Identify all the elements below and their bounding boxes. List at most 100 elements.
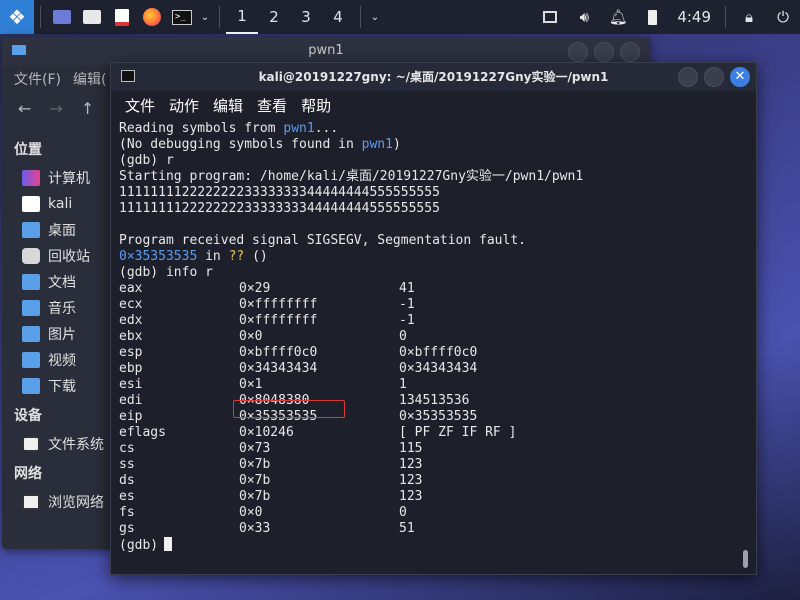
register-value: 123 [399, 489, 423, 504]
register-row: esp 0×bffff0c0 0×bffff0c0 [119, 345, 739, 361]
up-arrow-icon[interactable]: ↑ [81, 99, 94, 118]
menu-view[interactable]: 查看 [257, 95, 287, 116]
register-hex: 0×0 [239, 329, 263, 344]
workspace-3[interactable]: 3 [290, 0, 322, 34]
register-name: eflags [119, 425, 166, 440]
register-hex: 0×bffff0c0 [239, 345, 318, 360]
file-manager-sidebar: 位置 计算机 kali 桌面 回收站 文档 音乐 图片 视频 下载 设备 文件系… [2, 133, 108, 515]
menu-help[interactable]: 帮助 [301, 95, 331, 116]
output-line: (gdb) r [119, 153, 174, 168]
terminal-output[interactable]: Reading symbols from pwn1... (No debuggi… [119, 121, 739, 561]
register-value: 123 [399, 457, 423, 472]
launcher-dropdown[interactable]: ⌄ [197, 0, 213, 34]
minimize-button[interactable] [568, 42, 588, 62]
terminal-launcher[interactable]: >_ [167, 0, 197, 34]
sidebar-item-desktop[interactable]: 桌面 [2, 217, 108, 243]
close-button[interactable]: ✕ [730, 67, 750, 87]
menu-file[interactable]: 文件 [125, 95, 155, 116]
network-button[interactable] [533, 0, 567, 34]
back-arrow-icon[interactable]: ← [18, 99, 31, 118]
register-value: -1 [399, 313, 415, 328]
notification-icon: 🔔︎ [608, 8, 628, 26]
output-text: Reading symbols from [119, 121, 284, 136]
sidebar-item-computer[interactable]: 计算机 [2, 165, 108, 191]
terminal-icon [121, 70, 135, 82]
panel-separator [725, 6, 726, 28]
clock[interactable]: 4:49 [669, 8, 719, 26]
kali-menu-button[interactable]: ❖ [0, 0, 34, 34]
maximize-button[interactable] [594, 42, 614, 62]
sidebar-item-filesystem[interactable]: 文件系统 [2, 431, 108, 457]
sidebar-item-documents[interactable]: 文档 [2, 269, 108, 295]
terminal-titlebar[interactable]: kali@20191227gny: ~/桌面/20191227Gny实验一/pw… [111, 63, 756, 91]
output-text: pwn1 [283, 121, 315, 136]
battery-button[interactable] [635, 0, 669, 34]
computer-icon [22, 170, 40, 186]
output-line: 0×35353535 in ?? () [119, 249, 739, 265]
register-name: eax [119, 281, 143, 296]
register-value: 0×35353535 [399, 409, 478, 424]
forward-arrow-icon[interactable]: → [49, 99, 62, 118]
register-row: ebp 0×34343434 0×34343434 [119, 361, 739, 377]
menu-edit[interactable]: 编辑( [73, 69, 106, 89]
register-row: eflags 0×10246 [ PF ZF IF RF ] [119, 425, 739, 441]
sidebar-item-label: 回收站 [48, 249, 90, 265]
output-text: 0×35353535 [119, 249, 198, 264]
file-manager-titlebar[interactable]: pwn1 [2, 37, 650, 65]
register-row-eip: eip 0×35353535 0×35353535 [119, 409, 739, 425]
menu-edit[interactable]: 编辑 [213, 95, 243, 116]
workspace-4[interactable]: 4 [322, 0, 354, 34]
lock-button[interactable]: 🔒︎ [732, 0, 766, 34]
gdb-prompt-line[interactable]: (gdb) [119, 537, 739, 553]
text-editor-launcher[interactable] [107, 0, 137, 34]
register-value: 1 [399, 377, 407, 392]
maximize-button[interactable] [704, 67, 724, 87]
register-hex: 0×33 [239, 521, 271, 536]
firefox-icon [143, 8, 161, 26]
workspace-2[interactable]: 2 [258, 0, 290, 34]
volume-button[interactable]: 🔊︎ [567, 0, 601, 34]
files-launcher[interactable] [77, 0, 107, 34]
register-row: ss 0×7b 123 [119, 457, 739, 473]
sidebar-item-pictures[interactable]: 图片 [2, 321, 108, 347]
sidebar-item-music[interactable]: 音乐 [2, 295, 108, 321]
sidebar-item-downloads[interactable]: 下载 [2, 373, 108, 399]
power-button[interactable]: ⏻ [766, 0, 800, 34]
power-icon: ⏻ [777, 8, 789, 26]
sidebar-item-label: 计算机 [48, 171, 90, 187]
register-value: 123 [399, 473, 423, 488]
window-list-dropdown[interactable]: ⌄ [367, 0, 383, 34]
sidebar-item-videos[interactable]: 视频 [2, 347, 108, 373]
close-button[interactable] [620, 42, 640, 62]
register-value: 51 [399, 521, 415, 536]
sidebar-item-kali[interactable]: kali [2, 191, 108, 217]
register-value: 41 [399, 281, 415, 296]
trash-icon [22, 248, 40, 264]
desktop-launcher[interactable] [47, 0, 77, 34]
drive-icon [22, 436, 40, 452]
folder-icon [12, 45, 26, 55]
system-tray: 🔊︎ 🔔︎ 4:49 🔒︎ ⏻ [533, 0, 800, 34]
register-hex: 0×73 [239, 441, 271, 456]
register-value: 0×34343434 [399, 361, 478, 376]
output-text: (No debugging symbols found in [119, 137, 362, 152]
minimize-button[interactable] [678, 67, 698, 87]
register-name: es [119, 489, 135, 504]
register-hex: 0×7b [239, 489, 271, 504]
output-line: (gdb) info r [119, 265, 213, 280]
sidebar-item-label: 音乐 [48, 301, 76, 317]
sidebar-item-trash[interactable]: 回收站 [2, 243, 108, 269]
register-name: edi [119, 393, 143, 408]
sidebar-item-browse-network[interactable]: 浏览网络 [2, 489, 108, 515]
output-line: Starting program: /home/kali/桌面/20191227… [119, 169, 584, 184]
sidebar-item-label: 文档 [48, 275, 76, 291]
desktop-folder-icon [22, 222, 40, 238]
firefox-launcher[interactable] [137, 0, 167, 34]
register-name: esp [119, 345, 143, 360]
notification-button[interactable]: 🔔︎ [601, 0, 635, 34]
menu-action[interactable]: 动作 [169, 95, 199, 116]
register-hex: 0×29 [239, 281, 271, 296]
terminal-scrollbar[interactable] [743, 550, 748, 568]
menu-file[interactable]: 文件(F) [14, 69, 61, 89]
workspace-1[interactable]: 1 [226, 0, 258, 34]
